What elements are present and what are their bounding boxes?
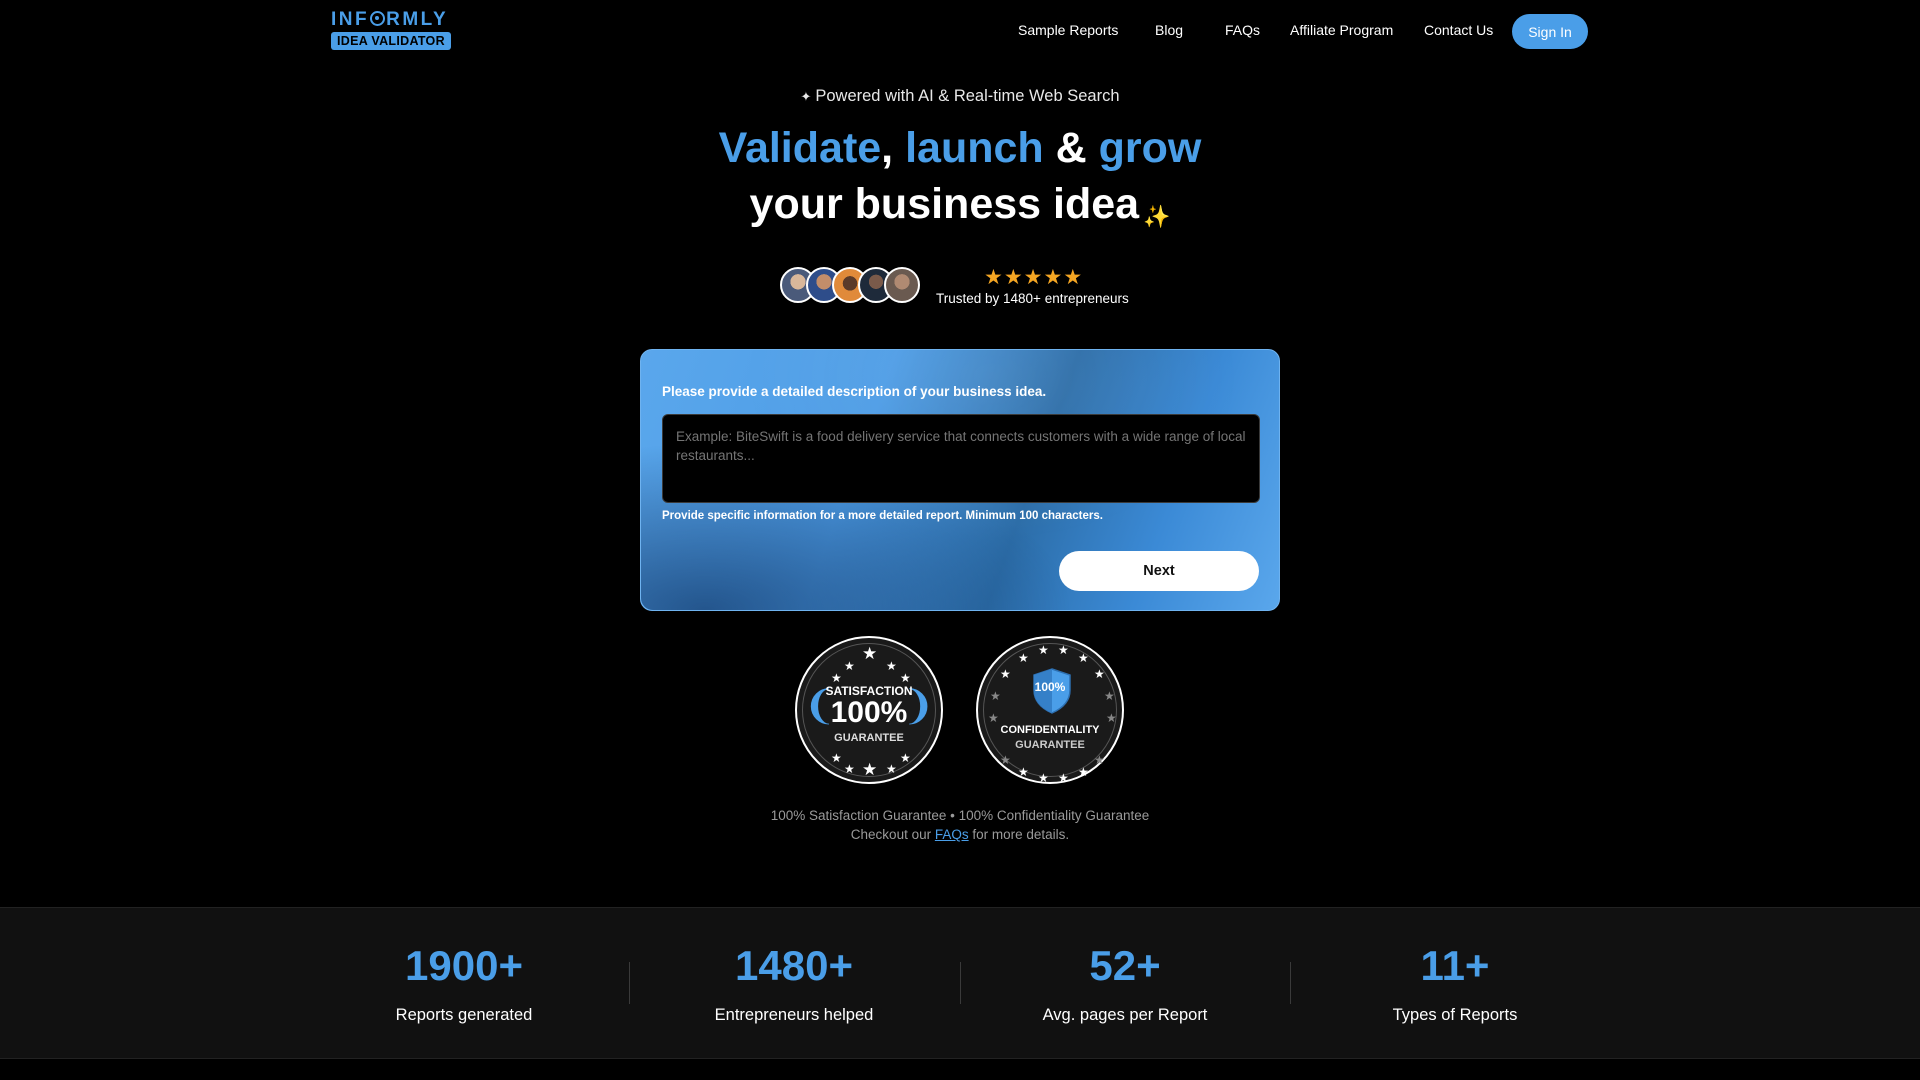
star-icon: ★ xyxy=(1038,771,1049,785)
sparkles-icon: ✨ xyxy=(1143,204,1171,229)
star-icon: ★ xyxy=(1063,266,1084,289)
trust-row: ★★★★★ Trusted by 1480+ entrepreneurs xyxy=(780,265,1140,311)
star-icon: ★ xyxy=(900,671,911,685)
powered-by-text: ✦ Powered with AI & Real-time Web Search xyxy=(800,87,1120,105)
badge-subtitle: GUARANTEE xyxy=(1015,739,1085,751)
confidentiality-guarantee-badge: ★ ★ ★ ★ ★ ★ ★ ★ ★ ★ 100% CONFIDENTIALITY… xyxy=(976,636,1124,784)
star-icon: ★ xyxy=(1023,266,1044,289)
nav-sample-reports[interactable]: Sample Reports xyxy=(1018,22,1118,38)
star-icon: ★ xyxy=(1038,643,1049,657)
star-icon: ★ xyxy=(831,751,842,765)
star-icon: ★ xyxy=(1078,651,1089,665)
page-title: Validate, launch & grow your business id… xyxy=(0,120,1920,245)
star-icon: ★ xyxy=(1018,765,1029,779)
star-icon: ★ xyxy=(1003,266,1024,289)
star-icon: ★ xyxy=(1094,667,1105,681)
nav-faqs[interactable]: FAQs xyxy=(1225,22,1260,38)
stat-label: Avg. pages per Report xyxy=(1042,1006,1208,1024)
faq-note: Checkout our FAQs for more details. xyxy=(850,827,1070,842)
star-icon: ★ xyxy=(988,711,999,725)
next-button[interactable]: Next xyxy=(1059,551,1259,591)
stat-value: 1480+ xyxy=(735,942,853,989)
idea-form-card: Please provide a detailed description of… xyxy=(640,349,1280,611)
trusted-by-text: Trusted by 1480+ entrepreneurs xyxy=(936,291,1129,306)
idea-description-hint: Provide specific information for a more … xyxy=(662,510,1103,522)
faqs-link[interactable]: FAQs xyxy=(935,827,969,842)
stat-value: 52+ xyxy=(1089,942,1161,989)
star-icon: ★ xyxy=(1018,651,1029,665)
sparkle-icon: ✦ xyxy=(800,89,812,104)
nav-blog[interactable]: Blog xyxy=(1155,22,1183,38)
guarantee-note: 100% Satisfaction Guarantee • 100% Confi… xyxy=(0,806,1920,844)
star-icon: ★ xyxy=(1058,643,1069,657)
stat-label: Entrepreneurs helped xyxy=(714,1006,874,1024)
idea-description-label: Please provide a detailed description of… xyxy=(662,384,1047,399)
star-icon: ★ xyxy=(1106,711,1117,725)
stat-value: 11+ xyxy=(1420,942,1490,989)
rating-stars: ★★★★★ xyxy=(984,265,1083,290)
star-icon: ★ xyxy=(844,659,855,673)
idea-description-input[interactable] xyxy=(662,414,1260,503)
stats-bar: 1900+ Reports generated 1480+ Entreprene… xyxy=(0,907,1920,1059)
stat-label: Types of Reports xyxy=(1392,1006,1518,1024)
guarantee-line: 100% Satisfaction Guarantee • 100% Confi… xyxy=(770,808,1150,823)
top-nav: INF RMLY IDEA VALIDATOR Sample Reports Bl… xyxy=(0,0,1920,64)
satisfaction-guarantee-badge: ★ ★ ★ ★ ★ ❨ ❩ SATISFACTION 100% GUARANTE… xyxy=(795,636,943,784)
star-icon: ★ xyxy=(1094,753,1105,767)
star-icon: ★ xyxy=(844,762,855,776)
logo-o-icon xyxy=(370,11,386,26)
star-icon: ★ xyxy=(886,659,897,673)
stat-value: 1900+ xyxy=(405,942,523,989)
stat-label: Reports generated xyxy=(395,1006,533,1024)
headline-line-2: your business idea ✨ xyxy=(749,180,1171,229)
badge-percent: 100% xyxy=(830,696,908,729)
headline-line-1: Validate, launch & grow xyxy=(718,124,1202,172)
star-icon: ★ xyxy=(900,751,911,765)
logo-wordmark: INF RMLY xyxy=(331,9,449,30)
logo-badge: IDEA VALIDATOR xyxy=(331,32,451,50)
logo[interactable]: INF RMLY IDEA VALIDATOR xyxy=(331,9,451,50)
shield-percent: 100% xyxy=(1034,680,1066,694)
star-icon: ★ xyxy=(1000,667,1011,681)
star-icon: ★ xyxy=(831,671,842,685)
star-icon: ★ xyxy=(862,644,878,663)
star-icon: ★ xyxy=(1043,266,1064,289)
star-icon: ★ xyxy=(862,760,878,779)
star-icon: ★ xyxy=(886,762,897,776)
star-icon: ★ xyxy=(1000,753,1011,767)
sign-in-button[interactable]: Sign In xyxy=(1512,14,1588,49)
badge-title: CONFIDENTIALITY xyxy=(1000,724,1100,736)
nav-affiliate-program[interactable]: Affiliate Program xyxy=(1290,22,1393,38)
star-icon: ★ xyxy=(984,266,1004,289)
avatar xyxy=(884,267,920,303)
nav-contact-us[interactable]: Contact Us xyxy=(1424,22,1493,38)
badge-subtitle: GUARANTEE xyxy=(834,732,904,744)
star-icon: ★ xyxy=(1058,771,1069,785)
star-icon: ★ xyxy=(1078,765,1089,779)
